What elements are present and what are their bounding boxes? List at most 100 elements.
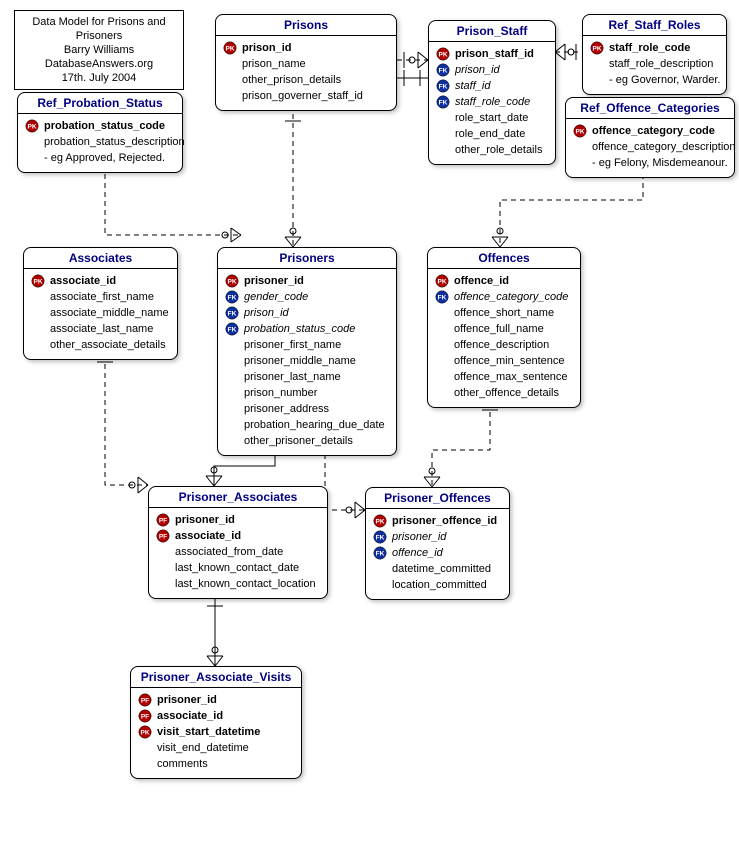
svg-text:PK: PK <box>575 129 584 136</box>
attribute-name: datetime_committed <box>392 561 491 577</box>
attribute-name: offence_description <box>454 337 549 353</box>
attribute-row: probation_status_description <box>24 134 176 150</box>
attribute-row: FK gender_code <box>224 289 390 305</box>
entity-body: PK prison_idprison_nameother_prison_deta… <box>216 36 396 110</box>
attribute-row: PF prisoner_id <box>155 512 321 528</box>
entity-title: Ref_Staff_Roles <box>583 15 726 36</box>
pk-icon: PK <box>224 274 240 288</box>
entity-ref-staff-roles: Ref_Staff_Roles PK staff_role_codestaff_… <box>582 14 727 95</box>
entity-title: Prisoners <box>218 248 396 269</box>
attribute-row: PF associate_id <box>137 708 295 724</box>
fk-icon: FK <box>434 290 450 304</box>
attribute-name: prison_governer_staff_id <box>242 88 363 104</box>
attribute-row: PK prisoner_id <box>224 273 390 289</box>
attribute-row: PK offence_id <box>434 273 574 289</box>
attribute-row: FK probation_status_code <box>224 321 390 337</box>
entity-prisoner-associate-visits: Prisoner_Associate_Visits PF prisoner_id… <box>130 666 302 779</box>
attribute-name: other_offence_details <box>454 385 559 401</box>
attribute-name: probation_status_code <box>44 118 165 134</box>
entity-offences: Offences PK offence_id FK offence_catego… <box>427 247 581 408</box>
attribute-row: PK staff_role_code <box>589 40 720 56</box>
attribute-name: other_associate_details <box>50 337 166 353</box>
attribute-name: - eg Governor, Warder. <box>609 72 720 88</box>
entity-prisoners: Prisoners PK prisoner_id FK gender_code … <box>217 247 397 456</box>
fk-icon: FK <box>224 306 240 320</box>
pk-icon: PK <box>137 725 153 739</box>
entity-body: PK staff_role_codestaff_role_description… <box>583 36 726 94</box>
attribute-row: offence_category_description <box>572 139 728 155</box>
svg-text:PF: PF <box>141 714 149 721</box>
attribute-row: offence_min_sentence <box>434 353 574 369</box>
attribute-row: PF prisoner_id <box>137 692 295 708</box>
attribute-name: prison_name <box>242 56 306 72</box>
attribute-name: associated_from_date <box>175 544 283 560</box>
fk-icon: FK <box>372 546 388 560</box>
svg-text:FK: FK <box>376 551 385 558</box>
attribute-row: FK staff_role_code <box>435 94 549 110</box>
attribute-name: prison_staff_id <box>455 46 534 62</box>
attribute-name: probation_status_description <box>44 134 185 150</box>
attribute-row: PK visit_start_datetime <box>137 724 295 740</box>
attribute-name: associate_middle_name <box>50 305 169 321</box>
note-line-1: Data Model for Prisons and Prisoners <box>25 15 173 43</box>
svg-text:FK: FK <box>228 295 237 302</box>
attribute-name: last_known_contact_location <box>175 576 316 592</box>
attribute-row: prison_governer_staff_id <box>222 88 390 104</box>
entity-prisoner-offences: Prisoner_Offences PK prisoner_offence_id… <box>365 487 510 600</box>
fk-icon: FK <box>435 63 451 77</box>
attribute-name: probation_status_code <box>244 321 355 337</box>
attribute-name: offence_min_sentence <box>454 353 565 369</box>
svg-text:FK: FK <box>439 84 448 91</box>
attribute-name: prisoner_id <box>392 529 446 545</box>
pk-icon: PK <box>372 514 388 528</box>
attribute-row: associate_middle_name <box>30 305 171 321</box>
attribute-name: gender_code <box>244 289 308 305</box>
entity-title: Associates <box>24 248 177 269</box>
attribute-row: - eg Approved, Rejected. <box>24 150 176 166</box>
svg-text:PK: PK <box>33 279 42 286</box>
attribute-row: other_associate_details <box>30 337 171 353</box>
attribute-row: PK probation_status_code <box>24 118 176 134</box>
attribute-row: PK prison_id <box>222 40 390 56</box>
entity-body: PK prisoner_offence_id FK prisoner_id FK… <box>366 509 509 599</box>
attribute-row: offence_max_sentence <box>434 369 574 385</box>
attribute-row: FK staff_id <box>435 78 549 94</box>
attribute-row: last_known_contact_date <box>155 560 321 576</box>
entity-title: Prisoner_Associates <box>149 487 327 508</box>
entity-body: PK offence_id FK offence_category_codeof… <box>428 269 580 407</box>
attribute-name: staff_role_code <box>609 40 690 56</box>
attribute-name: other_prisoner_details <box>244 433 353 449</box>
entity-title: Prison_Staff <box>429 21 555 42</box>
attribute-name: associate_id <box>157 708 223 724</box>
svg-text:FK: FK <box>228 311 237 318</box>
attribute-row: other_role_details <box>435 142 549 158</box>
attribute-row: other_prisoner_details <box>224 433 390 449</box>
attribute-name: prisoner_first_name <box>244 337 341 353</box>
attribute-name: offence_id <box>392 545 443 561</box>
attribute-name: prisoner_id <box>175 512 235 528</box>
pf-icon: PF <box>137 709 153 723</box>
attribute-name: visit_start_datetime <box>157 724 260 740</box>
svg-text:PK: PK <box>225 46 234 53</box>
entity-prisons: Prisons PK prison_idprison_nameother_pri… <box>215 14 397 111</box>
attribute-row: staff_role_description <box>589 56 720 72</box>
attribute-row: offence_description <box>434 337 574 353</box>
attribute-name: prison_id <box>242 40 292 56</box>
pk-icon: PK <box>24 119 40 133</box>
attribute-row: prison_name <box>222 56 390 72</box>
entity-title: Ref_Probation_Status <box>18 93 182 114</box>
attribute-row: associate_first_name <box>30 289 171 305</box>
attribute-name: staff_role_description <box>609 56 713 72</box>
attribute-row: FK prisoner_id <box>372 529 503 545</box>
attribute-row: FK offence_id <box>372 545 503 561</box>
attribute-row: associate_last_name <box>30 321 171 337</box>
svg-text:FK: FK <box>438 295 447 302</box>
attribute-name: associate_first_name <box>50 289 154 305</box>
attribute-row: comments <box>137 756 295 772</box>
entity-ref-probation-status: Ref_Probation_Status PK probation_status… <box>17 92 183 173</box>
attribute-row: associated_from_date <box>155 544 321 560</box>
svg-text:PF: PF <box>159 534 167 541</box>
attribute-row: prisoner_first_name <box>224 337 390 353</box>
attribute-name: prison_id <box>244 305 289 321</box>
fk-icon: FK <box>224 290 240 304</box>
